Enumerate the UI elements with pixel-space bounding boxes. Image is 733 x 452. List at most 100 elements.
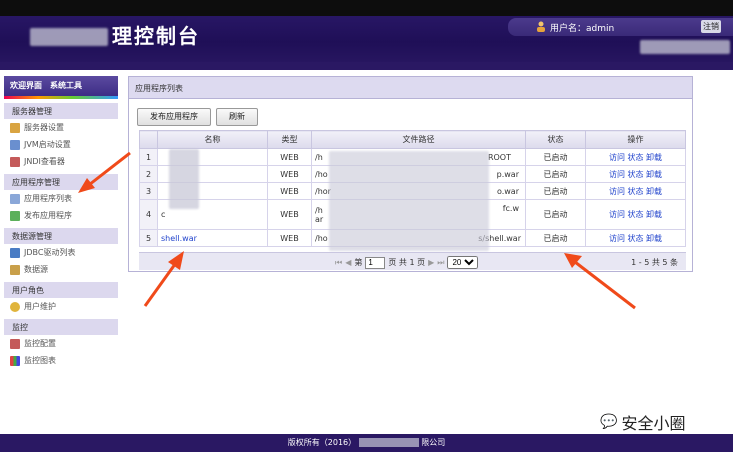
column-header-actions: 操作 xyxy=(585,130,686,149)
section-datasource[interactable]: 数据源管理 xyxy=(4,228,118,244)
row-actions: 访问 状态 卸载 xyxy=(585,199,686,230)
row-status: 已启动 xyxy=(525,229,586,247)
status-link[interactable]: 状态 xyxy=(628,210,644,219)
row-index: 5 xyxy=(139,229,158,247)
undeploy-link[interactable]: 卸载 xyxy=(646,187,662,196)
upload-icon xyxy=(10,210,20,221)
section-user-roles[interactable]: 用户角色 xyxy=(4,282,118,298)
row-index: 2 xyxy=(139,165,158,183)
sidebar-item-datasource[interactable]: 数据源 xyxy=(4,261,118,278)
undeploy-link[interactable]: 卸载 xyxy=(646,234,662,243)
next-page-icon[interactable]: ▶ xyxy=(428,258,434,267)
column-header-path: 文件路径 xyxy=(311,130,526,149)
status-link[interactable]: 状态 xyxy=(628,170,644,179)
tools-icon xyxy=(10,122,20,133)
path-end: o.war xyxy=(496,187,519,196)
undeploy-link[interactable]: 卸载 xyxy=(646,170,662,179)
sidebar-item-monitor-config[interactable]: 监控配置 xyxy=(4,335,118,352)
annotation-arrow-shell xyxy=(143,251,184,307)
footer: 版权所有（2016） 限公司 xyxy=(0,434,733,452)
row-type: WEB xyxy=(267,182,312,200)
path-start: /h xyxy=(315,152,323,162)
visit-link[interactable]: 访问 xyxy=(609,153,625,162)
row-type: WEB xyxy=(267,165,312,183)
logout-button[interactable]: 注销 xyxy=(701,20,721,33)
visit-link[interactable]: 访问 xyxy=(609,234,625,243)
pager-controls: ⏮ ◀ 第 页 共 1 页 ▶ ⏭ 20 xyxy=(335,256,479,269)
sidebar-tabs: 欢迎界面 系统工具 xyxy=(4,76,118,96)
page-suffix: 页 共 1 页 xyxy=(388,258,426,267)
redacted-company xyxy=(358,438,419,447)
sidebar-item-label: JDBC驱动列表 xyxy=(24,248,76,257)
row-type: WEB xyxy=(267,148,312,166)
sidebar-item-label: 监控配置 xyxy=(24,339,56,348)
row-actions: 访问 状态 卸载 xyxy=(585,165,686,183)
column-header-index xyxy=(139,130,158,149)
tab-system-tools[interactable]: 系统工具 xyxy=(50,80,82,92)
annotation-arrow-status xyxy=(564,253,636,310)
first-page-icon[interactable]: ⏮ xyxy=(335,258,342,268)
page-prefix: 第 xyxy=(354,258,363,267)
page-input[interactable] xyxy=(365,256,386,269)
visit-link[interactable]: 访问 xyxy=(609,187,625,196)
page-size-select[interactable]: 20 xyxy=(447,256,479,269)
sidebar-item-publish-app[interactable]: 发布应用程序 xyxy=(4,207,118,224)
sidebar: 欢迎界面 系统工具 服务器管理 服务器设置 JVM启动设置 JNDI查看器 应用… xyxy=(4,76,118,384)
row-type: WEB xyxy=(267,199,312,230)
path-start: /ho xyxy=(315,233,328,243)
sidebar-item-jdbc-drivers[interactable]: JDBC驱动列表 xyxy=(4,244,118,261)
sidebar-divider xyxy=(4,96,118,99)
app-window: 理控制台 用户名：admin 注销 欢迎界面 系统工具 服务器管理 服务器设置 … xyxy=(0,0,733,452)
publish-app-button[interactable]: 发布应用程序 xyxy=(137,108,211,126)
database-icon xyxy=(10,247,20,258)
column-header-name: 名称 xyxy=(157,130,268,149)
bar-chart-icon xyxy=(10,355,20,366)
status-link[interactable]: 状态 xyxy=(628,187,644,196)
toolbar: 发布应用程序 刷新 xyxy=(137,108,258,126)
visit-link[interactable]: 访问 xyxy=(609,170,625,179)
visit-link[interactable]: 访问 xyxy=(609,210,625,219)
column-header-status: 状态 xyxy=(525,130,586,149)
sidebar-item-label: 数据源 xyxy=(24,265,48,274)
user-bar: 用户名：admin 注销 xyxy=(508,18,733,36)
sidebar-item-server-settings[interactable]: 服务器设置 xyxy=(4,119,118,136)
path-start: /h xyxy=(315,205,323,215)
status-link[interactable]: 状态 xyxy=(628,153,644,162)
row-status: 已启动 xyxy=(525,165,586,183)
wechat-icon: 💬 xyxy=(600,414,618,430)
sidebar-item-label: 发布应用程序 xyxy=(24,211,72,220)
datasource-icon xyxy=(10,264,20,275)
document-icon xyxy=(10,139,20,150)
page-title: 理控制台 xyxy=(112,24,200,48)
row-status: 已启动 xyxy=(525,148,586,166)
status-link[interactable]: 状态 xyxy=(628,234,644,243)
undeploy-link[interactable]: 卸载 xyxy=(646,210,662,219)
prev-page-icon[interactable]: ◀ xyxy=(345,258,351,267)
section-server[interactable]: 服务器管理 xyxy=(4,103,118,119)
last-page-icon[interactable]: ⏭ xyxy=(437,258,444,268)
row-type: WEB xyxy=(267,229,312,247)
refresh-button[interactable]: 刷新 xyxy=(216,108,258,126)
row-index: 3 xyxy=(139,182,158,200)
sidebar-item-label: JNDI查看器 xyxy=(24,157,65,166)
sidebar-item-monitor-chart[interactable]: 监控图表 xyxy=(4,352,118,369)
user-label: 用户名：admin xyxy=(550,24,615,34)
list-icon xyxy=(10,193,20,204)
row-index: 1 xyxy=(139,148,158,166)
path-end: ROOT xyxy=(487,153,511,162)
path-end: fc.w xyxy=(502,204,519,213)
sidebar-item-label: 用户维护 xyxy=(24,302,56,311)
user-icon xyxy=(537,21,545,32)
sidebar-item-user-maintenance[interactable]: 用户维护 xyxy=(4,298,118,315)
row-actions: 访问 状态 卸载 xyxy=(585,148,686,166)
column-header-type: 类型 xyxy=(267,130,312,149)
footer-copyright: 版权所有（2016） xyxy=(287,438,357,447)
redacted-names xyxy=(169,149,199,209)
tab-welcome[interactable]: 欢迎界面 xyxy=(10,80,42,92)
undeploy-link[interactable]: 卸载 xyxy=(646,153,662,162)
redacted-logo xyxy=(30,28,108,46)
row-status: 已启动 xyxy=(525,199,586,230)
user-icon xyxy=(10,301,20,312)
section-monitor[interactable]: 监控 xyxy=(4,319,118,335)
row-name[interactable]: shell.war xyxy=(157,229,268,247)
